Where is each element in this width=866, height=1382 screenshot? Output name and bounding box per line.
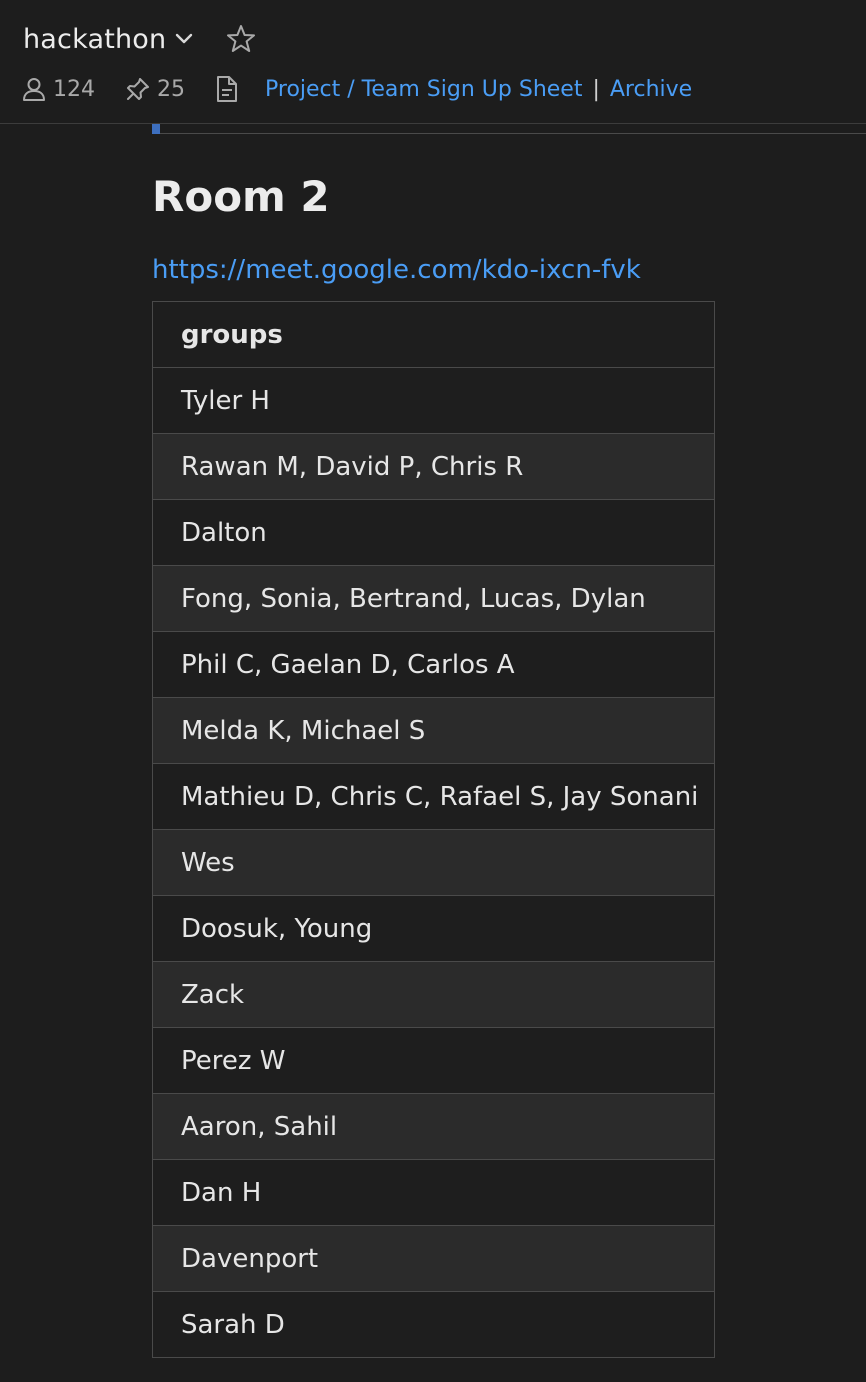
section-divider [152,124,866,134]
table-cell[interactable]: Wes [152,829,715,896]
member-count-button[interactable]: 124 [21,76,95,102]
table-cell[interactable]: Davenport [152,1225,715,1292]
table-row: Melda K, Michael S [152,697,715,764]
divider-accent [152,124,160,134]
table-row: Dalton [152,499,715,566]
groups-table: groups Tyler H Rawan M, David P, Chris R… [152,301,715,1358]
bookmark-link-archive[interactable]: Archive [610,77,692,102]
table-row: Phil C, Gaelan D, Carlos A [152,631,715,698]
table-cell[interactable]: Dan H [152,1159,715,1226]
channel-header: hackathon 124 25 Project / Team Sign Up … [0,0,866,124]
table-cell[interactable]: Tyler H [152,367,715,434]
table-header-row: groups [152,301,715,368]
channel-meta-row: 124 25 Project / Team Sign Up Sheet | Ar… [21,72,692,106]
table-cell[interactable]: Perez W [152,1027,715,1094]
table-cell[interactable]: Melda K, Michael S [152,697,715,764]
document-icon[interactable] [215,75,239,103]
table-row: Davenport [152,1225,715,1292]
table-row: Mathieu D, Chris C, Rafael S, Jay Sonani [152,763,715,830]
table-cell[interactable]: Zack [152,961,715,1028]
pinned-count: 25 [157,76,185,102]
table-row: Dan H [152,1159,715,1226]
table-row: Tyler H [152,367,715,434]
star-icon[interactable] [224,22,258,56]
table-cell[interactable]: Rawan M, David P, Chris R [152,433,715,500]
table-row: Sarah D [152,1291,715,1358]
channel-name[interactable]: hackathon [23,24,166,55]
table-cell[interactable]: Doosuk, Young [152,895,715,962]
person-icon [23,78,45,101]
pinned-count-button[interactable]: 25 [125,76,185,102]
bookmark-link-signup-sheet[interactable]: Project / Team Sign Up Sheet [265,77,582,102]
meet-link[interactable]: https://meet.google.com/kdo-ixcn-fvk [152,252,641,288]
table-row: Zack [152,961,715,1028]
table-row: Fong, Sonia, Bertrand, Lucas, Dylan [152,565,715,632]
table-cell[interactable]: Dalton [152,499,715,566]
bookmark-separator: | [592,76,600,102]
channel-title-row: hackathon [23,20,258,58]
table-cell[interactable]: Mathieu D, Chris C, Rafael S, Jay Sonani [152,763,715,830]
table-cell[interactable]: Phil C, Gaelan D, Carlos A [152,631,715,698]
chevron-down-icon[interactable] [174,29,194,49]
table-cell[interactable]: Aaron, Sahil [152,1093,715,1160]
section-heading: Room 2 [152,172,330,221]
table-row: Rawan M, David P, Chris R [152,433,715,500]
table-row: Doosuk, Young [152,895,715,962]
table-cell[interactable]: Sarah D [152,1291,715,1358]
pin-icon [127,78,149,100]
table-header-groups: groups [152,301,715,368]
table-row: Perez W [152,1027,715,1094]
table-cell[interactable]: Fong, Sonia, Bertrand, Lucas, Dylan [152,565,715,632]
member-count: 124 [53,76,95,102]
table-row: Aaron, Sahil [152,1093,715,1160]
table-row: Wes [152,829,715,896]
